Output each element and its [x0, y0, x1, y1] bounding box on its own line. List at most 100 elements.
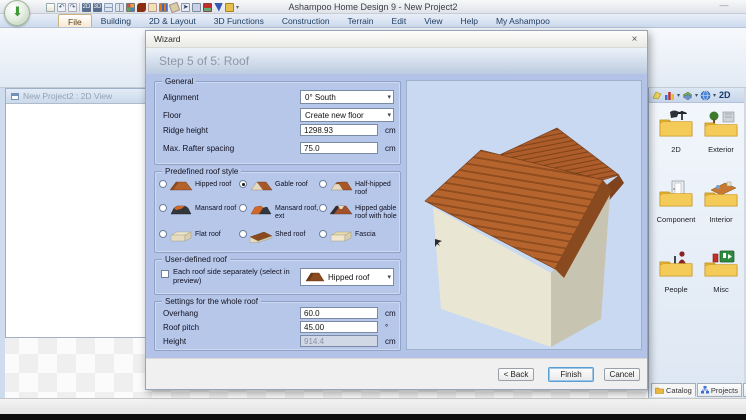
floor-select[interactable]: Create new floor▾	[300, 108, 394, 122]
radio-button[interactable]	[159, 230, 167, 238]
view-window-title: New Project2 : 2D View	[23, 91, 112, 101]
overhang-input[interactable]	[300, 307, 378, 319]
catalog-panel: ▾ ▾ ▾ 2D 2D Exterior Component	[648, 88, 744, 398]
catalog-item-2d[interactable]: 2D	[654, 110, 698, 154]
roof-option-hipped[interactable]: Hipped roof	[159, 180, 239, 193]
roof-option-mansard-ext[interactable]: Mansard roof, ext	[239, 204, 319, 221]
catalog-item-label: Component	[654, 215, 698, 224]
tab-edit[interactable]: Edit	[383, 14, 416, 27]
hipped-roof-icon	[305, 271, 325, 283]
split-vertical-icon[interactable]	[115, 3, 124, 12]
general-group: General Alignment 0° South▾ Floor Create…	[154, 81, 401, 165]
clipboard-icon[interactable]	[192, 3, 201, 12]
gable-roof-icon	[249, 179, 273, 193]
qat-dropdown-icon[interactable]: ▾	[236, 4, 239, 11]
chevron-down-icon[interactable]: ▾	[713, 92, 716, 99]
roof-option-fascia[interactable]: Fascia	[319, 230, 401, 243]
roof-option-mansard[interactable]: Mansard roof	[159, 204, 239, 217]
pointer-icon[interactable]: ➤	[181, 3, 190, 12]
measure-icon[interactable]	[159, 3, 168, 12]
ridge-height-input[interactable]	[300, 124, 378, 136]
roof-option-flat[interactable]: Flat roof	[159, 230, 239, 243]
tab-2d-layout[interactable]: 2D & Layout	[140, 14, 205, 27]
whole-roof-group-label: Settings for the whole roof	[162, 297, 261, 306]
roof-option-shed[interactable]: Shed roof	[239, 230, 319, 243]
2d-view-icon[interactable]: 2D	[82, 3, 91, 12]
tab-building[interactable]: Building	[92, 14, 140, 27]
radio-button[interactable]	[319, 230, 327, 238]
tab-file[interactable]: File	[58, 14, 92, 27]
roof-option-hipped-gable-hole[interactable]: Hipped gable roof with hole	[319, 204, 401, 221]
paint-icon[interactable]	[214, 3, 223, 12]
panel-tabs: Catalog Projects ? Help	[651, 383, 746, 397]
undo-icon[interactable]: ↶	[57, 3, 66, 12]
tab-terrain[interactable]: Terrain	[339, 14, 383, 27]
bottom-black-strip	[0, 414, 746, 420]
catalog-item-exterior[interactable]: Exterior	[699, 110, 743, 154]
tab-help[interactable]: Help	[451, 14, 486, 27]
tab-projects[interactable]: Projects	[697, 383, 742, 397]
rotate-icon[interactable]	[137, 3, 146, 12]
3d-view-icon[interactable]: 3D	[93, 3, 102, 12]
radio-button[interactable]	[319, 204, 327, 212]
org-chart-icon	[701, 386, 709, 394]
roof-side-checkbox[interactable]	[161, 270, 169, 278]
rafter-unit-label: cm	[385, 144, 396, 153]
catalog-item-misc[interactable]: Misc	[699, 250, 743, 294]
rafter-spacing-input[interactable]	[300, 142, 378, 154]
catalog-toolbar: ▾ ▾ ▾ 2D	[649, 88, 744, 103]
user-roof-select[interactable]: Hipped roof▾	[300, 268, 394, 286]
tab-catalog[interactable]: Catalog	[651, 383, 696, 397]
hipped-roof-icon	[169, 179, 193, 193]
radio-button[interactable]	[159, 204, 167, 212]
wizard-dialog: Wizard × Step 5 of 5: Roof General Align…	[145, 30, 648, 390]
chevron-down-icon[interactable]: ▾	[695, 92, 698, 99]
catalog-item-label: People	[654, 285, 698, 294]
roof-option-gable[interactable]: Gable roof	[239, 180, 319, 193]
overhang-unit-label: cm	[385, 309, 396, 318]
pitch-unit-label: °	[385, 323, 388, 332]
split-horizontal-icon[interactable]	[104, 3, 113, 12]
globe-icon[interactable]	[700, 90, 711, 101]
radio-button[interactable]	[239, 204, 247, 212]
catalog-item-interior[interactable]: Interior	[699, 180, 743, 224]
tab-3d-functions[interactable]: 3D Functions	[205, 14, 273, 27]
user-defined-roof-group: User-defined roof Each roof side separat…	[154, 259, 401, 295]
roof-option-half-hipped[interactable]: Half-hipped roof	[319, 180, 401, 197]
roof-pitch-input[interactable]	[300, 321, 378, 333]
chevron-down-icon[interactable]: ▾	[677, 92, 680, 99]
flat-roof-icon	[169, 229, 193, 243]
dialog-titlebar[interactable]: Wizard	[146, 31, 647, 48]
tab-construction[interactable]: Construction	[273, 14, 339, 27]
folder-mini-icon[interactable]	[225, 3, 234, 12]
catalog-item-people[interactable]: People	[654, 250, 698, 294]
cancel-button[interactable]: Cancel	[604, 368, 640, 381]
app-orb-button[interactable]: ⬇	[4, 0, 30, 26]
roof-pitch-label: Roof pitch	[163, 323, 199, 332]
catalog-2d-label[interactable]: 2D	[719, 90, 731, 100]
minimize-icon[interactable]: —	[716, 1, 732, 11]
select-cursor-icon[interactable]	[148, 3, 157, 12]
shed-roof-icon	[249, 229, 273, 243]
ruler-icon[interactable]	[169, 1, 181, 13]
radio-button[interactable]	[159, 180, 167, 188]
flag-icon[interactable]	[203, 3, 212, 12]
alignment-select[interactable]: 0° South▾	[300, 90, 394, 104]
new-page-icon[interactable]	[46, 3, 55, 12]
2d-symbols-icon	[658, 110, 694, 138]
close-icon[interactable]: ×	[628, 33, 641, 46]
palette-icon[interactable]	[652, 90, 662, 100]
layout-grid-icon[interactable]	[126, 3, 135, 12]
tab-view[interactable]: View	[415, 14, 451, 27]
redo-icon[interactable]: ↷	[68, 3, 77, 12]
tab-my-ashampoo[interactable]: My Ashampoo	[487, 14, 559, 27]
layers-icon[interactable]	[682, 90, 693, 101]
radio-button[interactable]	[319, 180, 327, 188]
chart-icon[interactable]	[664, 90, 675, 101]
back-button[interactable]: < Back	[498, 368, 534, 381]
catalog-item-component[interactable]: Component	[654, 180, 698, 224]
roof-3d-preview[interactable]	[406, 80, 642, 350]
radio-button[interactable]	[239, 180, 247, 188]
radio-button[interactable]	[239, 230, 247, 238]
finish-button[interactable]: Finish	[548, 367, 594, 382]
